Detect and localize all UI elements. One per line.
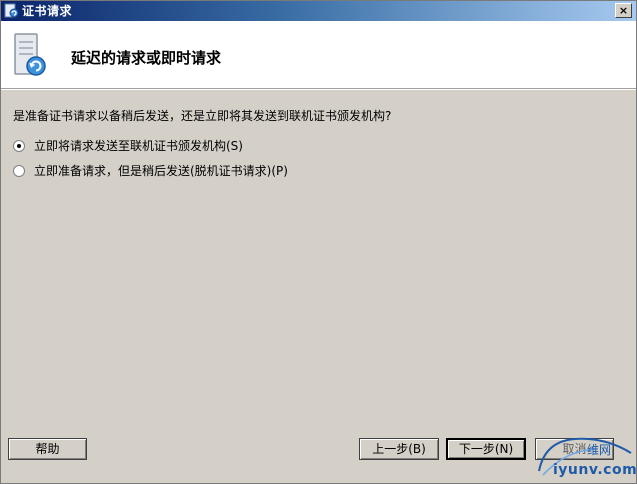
back-button[interactable]: 上一步(B) [359, 438, 439, 460]
option-send-now-label: 立即将请求发送至联机证书颁发机构(S) [34, 139, 243, 153]
watermark-site-text: 维网 [587, 443, 612, 457]
certificate-request-dialog: 证书请求 × 延迟的请求或即时请求 是准备证书请求以备稍后发送，还是立即将其发送… [0, 0, 637, 484]
close-button[interactable]: × [615, 3, 632, 18]
close-icon: × [618, 4, 629, 17]
option-send-now[interactable]: 立即将请求发送至联机证书颁发机构(S) [13, 137, 243, 154]
watermark-url: iyunv.com [553, 462, 637, 478]
page-title: 延迟的请求或即时请求 [71, 49, 222, 67]
prompt-text: 是准备证书请求以备稍后发送，还是立即将其发送到联机证书颁发机构? [13, 109, 392, 123]
help-button[interactable]: 帮助 [8, 438, 87, 460]
wizard-header: 延迟的请求或即时请求 [1, 21, 636, 88]
option-send-later[interactable]: 立即准备请求，但是稍后发送(脱机证书请求)(P) [13, 162, 288, 179]
option-send-later-label: 立即准备请求，但是稍后发送(脱机证书请求)(P) [34, 164, 288, 178]
window-title: 证书请求 [22, 4, 73, 18]
title-bar: 证书请求 × [1, 1, 636, 21]
server-request-icon [14, 33, 46, 76]
radio-send-later[interactable] [13, 164, 25, 177]
next-button[interactable]: 下一步(N) [446, 438, 526, 460]
header-divider-highlight [1, 89, 636, 90]
radio-send-now[interactable] [13, 139, 25, 152]
certificate-request-icon [4, 3, 19, 18]
